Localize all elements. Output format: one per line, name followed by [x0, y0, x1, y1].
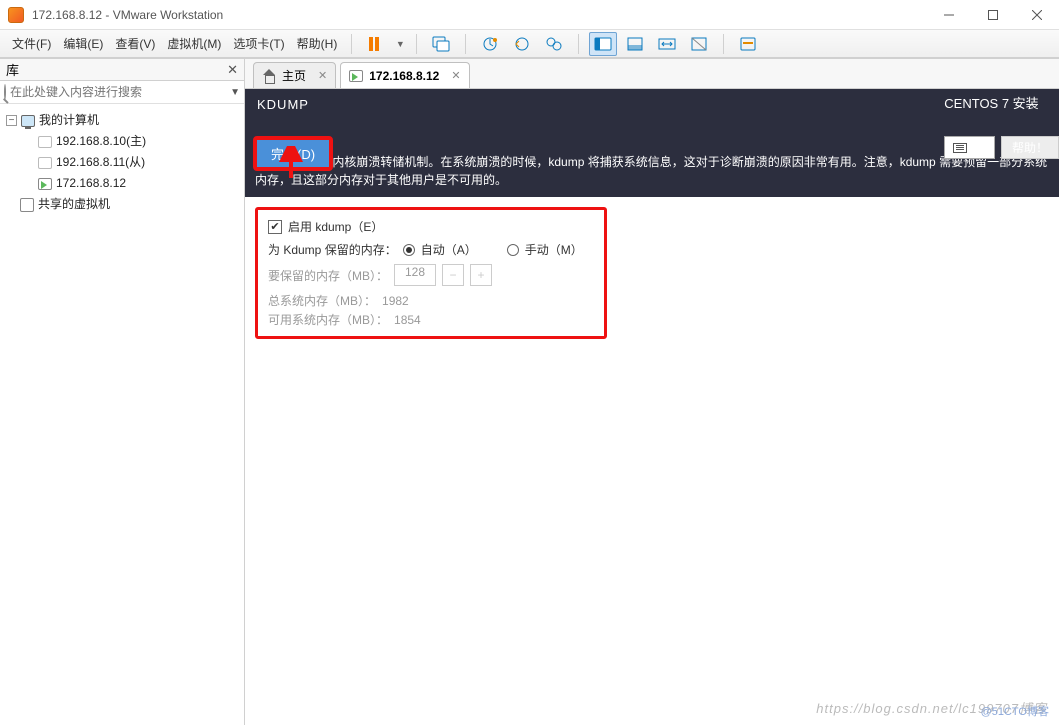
menu-view[interactable]: 查看(V): [111, 33, 159, 54]
available-memory-value: 1854: [394, 313, 421, 327]
view-thumbnail-button[interactable]: [621, 32, 649, 56]
tree-item-label: 192.168.8.11(从): [56, 152, 145, 173]
toolbar-separator: [351, 34, 352, 54]
toolbar-separator: [578, 34, 579, 54]
toolbar-separator: [465, 34, 466, 54]
stretch-guest-button[interactable]: [653, 32, 681, 56]
vm-running-icon: [349, 70, 363, 82]
menu-edit[interactable]: 编辑(E): [59, 33, 107, 54]
title-bar: 172.168.8.12 - VMware Workstation: [0, 0, 1059, 30]
fullscreen-button[interactable]: [685, 32, 713, 56]
snapshot-revert-button[interactable]: [508, 32, 536, 56]
keyboard-icon: [953, 143, 967, 153]
main-panel: 主页 ✕ 172.168.8.12 ✕ KDUMP 完成(D): [245, 59, 1059, 725]
tab-label: 172.168.8.12: [369, 69, 439, 83]
tab-close-icon[interactable]: ✕: [318, 69, 327, 82]
annotation-highlight-box: ✔ 启用 kdump（E） 为 Kdump 保留的内存： 自动（A） 手动（M）…: [255, 207, 607, 339]
app-icon: [8, 7, 24, 23]
keyboard-layout-label: cn: [973, 141, 986, 155]
total-memory-label: 总系统内存（MB）：: [268, 292, 376, 309]
tree-vm-item-active[interactable]: 172.168.8.12: [4, 173, 240, 194]
tree-item-label: 172.168.8.12: [56, 173, 126, 194]
tab-close-icon[interactable]: ✕: [451, 69, 460, 82]
memory-manual-label: 手动（M）: [525, 241, 583, 258]
pause-dropdown[interactable]: ▼: [394, 39, 406, 49]
vm-running-icon: [38, 178, 52, 190]
search-icon: [4, 85, 6, 99]
annotation-arrow-icon: [277, 146, 305, 180]
unity-button[interactable]: [734, 32, 762, 56]
kdump-title: KDUMP: [253, 93, 333, 116]
kdump-header: KDUMP 完成(D) CENTOS 7 安装: [245, 89, 1059, 149]
tree-shared-vms[interactable]: 共享的虚拟机: [4, 194, 240, 215]
snapshot-manager-button[interactable]: [540, 32, 568, 56]
reserve-mb-input: 128: [394, 264, 436, 286]
close-button[interactable]: [1015, 0, 1059, 30]
keyboard-layout-indicator[interactable]: cn: [944, 136, 995, 159]
pause-button[interactable]: [362, 32, 390, 56]
library-panel: 库 ✕ ▼ − 我的计算机 192.168.8.10(主): [0, 59, 245, 725]
help-button[interactable]: 帮助！: [1001, 136, 1059, 159]
total-memory-value: 1982: [382, 294, 409, 308]
library-close-button[interactable]: ✕: [227, 62, 238, 78]
tree-collapse-icon[interactable]: −: [6, 115, 17, 126]
minimize-button[interactable]: [927, 0, 971, 30]
tab-active-vm[interactable]: 172.168.8.12 ✕: [340, 62, 469, 88]
tree-vm-item[interactable]: 192.168.8.11(从): [4, 152, 240, 173]
maximize-button[interactable]: [971, 0, 1015, 30]
toolbar-separator: [723, 34, 724, 54]
kdump-description: Kdump 是一个内核崩溃转储机制。在系统崩溃的时候，kdump 将捕获系统信息…: [245, 149, 1059, 197]
menu-help[interactable]: 帮助(H): [293, 33, 342, 54]
vm-console[interactable]: KDUMP 完成(D) CENTOS 7 安装: [245, 89, 1059, 725]
tab-bar: 主页 ✕ 172.168.8.12 ✕: [245, 59, 1059, 89]
installer-title: CENTOS 7 安装: [944, 93, 1059, 112]
memory-auto-label: 自动（A）: [421, 241, 477, 258]
menu-file[interactable]: 文件(F): [8, 33, 55, 54]
view-console-button[interactable]: [589, 32, 617, 56]
tree-root-my-computer[interactable]: − 我的计算机: [4, 110, 240, 131]
vm-icon: [38, 136, 52, 148]
memory-manual-radio[interactable]: [507, 244, 519, 256]
shared-icon: [20, 198, 34, 212]
tree-root-label: 我的计算机: [39, 110, 99, 131]
tree-vm-item[interactable]: 192.168.8.10(主): [4, 131, 240, 152]
tab-label: 主页: [282, 67, 306, 84]
home-icon: [262, 69, 276, 83]
vm-icon: [38, 157, 52, 169]
kdump-header-right: CENTOS 7 安装 cn 帮助！: [944, 89, 1059, 149]
menu-vm[interactable]: 虚拟机(M): [163, 33, 225, 54]
window-title: 172.168.8.12 - VMware Workstation: [32, 8, 223, 22]
kdump-body: ✔ 启用 kdump（E） 为 Kdump 保留的内存： 自动（A） 手动（M）…: [245, 197, 1059, 349]
enable-kdump-checkbox[interactable]: ✔: [268, 220, 282, 234]
menu-tabs[interactable]: 选项卡(T): [229, 33, 288, 54]
tab-home[interactable]: 主页 ✕: [253, 62, 336, 88]
monitor-icon: [21, 115, 35, 127]
reserve-memory-label: 为 Kdump 保留的内存：: [268, 241, 397, 258]
watermark-tag: @51CTO博客: [981, 703, 1049, 719]
library-header: 库 ✕: [0, 59, 244, 81]
reserve-mb-label: 要保留的内存（MB）：: [268, 267, 388, 284]
send-cad-button[interactable]: [427, 32, 455, 56]
tree-shared-label: 共享的虚拟机: [38, 194, 110, 215]
library-search: ▼: [0, 81, 244, 104]
reserve-decrease-button: −: [442, 264, 464, 286]
search-dropdown[interactable]: ▼: [230, 87, 240, 98]
snapshot-take-button[interactable]: [476, 32, 504, 56]
toolbar-separator: [416, 34, 417, 54]
tree-item-label: 192.168.8.10(主): [56, 131, 146, 152]
menu-bar: 文件(F) 编辑(E) 查看(V) 虚拟机(M) 选项卡(T) 帮助(H) ▼: [0, 30, 1059, 58]
available-memory-label: 可用系统内存（MB）：: [268, 311, 388, 328]
library-label: 库: [6, 60, 19, 79]
reserve-increase-button: +: [470, 264, 492, 286]
search-input[interactable]: [10, 85, 226, 99]
library-tree: − 我的计算机 192.168.8.10(主) 192.168.8.11(从) …: [0, 104, 244, 221]
content-area: 库 ✕ ▼ − 我的计算机 192.168.8.10(主): [0, 58, 1059, 725]
memory-auto-radio[interactable]: [403, 244, 415, 256]
enable-kdump-label: 启用 kdump（E）: [288, 218, 383, 235]
